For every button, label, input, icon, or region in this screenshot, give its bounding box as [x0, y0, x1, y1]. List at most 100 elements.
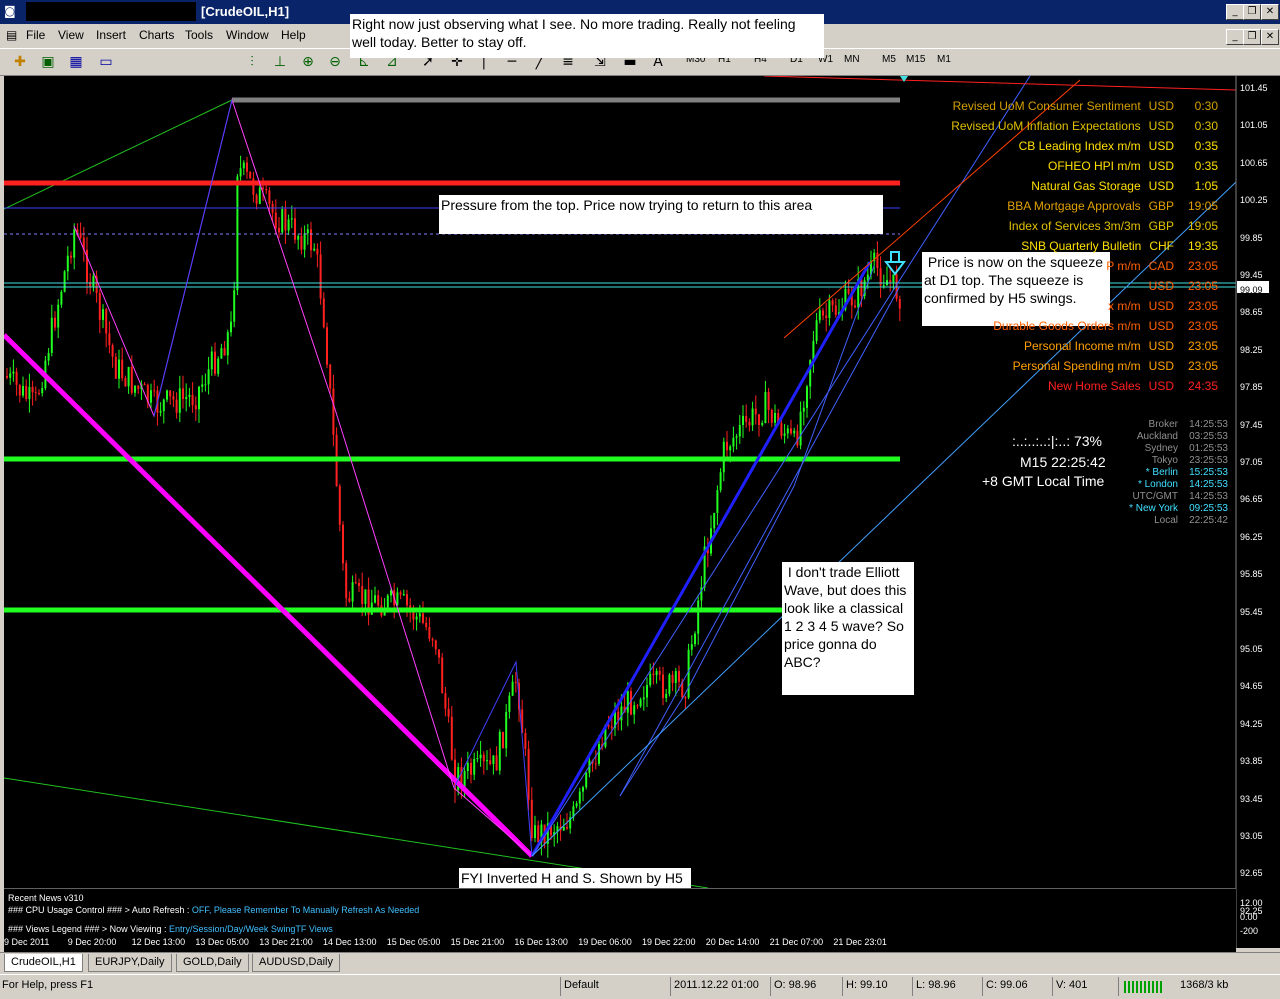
bar-chart-icon[interactable]: ⫶: [242, 52, 262, 72]
clock-time: 01:25:53: [1189, 443, 1228, 454]
tab-audusd-daily[interactable]: AUDUSD,Daily: [252, 954, 340, 972]
status-bar: For Help, press F1 Default 2011.12.22 01…: [0, 974, 1280, 999]
market-watch-icon[interactable]: ▦: [66, 52, 86, 72]
redacted-title-area: [26, 2, 196, 21]
note-pressure[interactable]: Pressure from the top. Price now trying …: [439, 195, 883, 234]
candle-body: [674, 671, 677, 683]
indicator-tick-label: -200: [1240, 926, 1259, 936]
candle-body: [348, 598, 351, 602]
note-top[interactable]: Right now just observing what I see. No …: [350, 14, 824, 58]
candle-body: [678, 671, 680, 682]
profile-name[interactable]: Default: [564, 979, 599, 991]
candle-body: [582, 787, 584, 792]
candle-body: [790, 428, 792, 434]
calendar-time: 0:35: [1194, 139, 1218, 153]
candle-body: [854, 305, 856, 308]
tab-eurjpy-daily[interactable]: EURJPY,Daily: [88, 954, 172, 972]
menu-insert[interactable]: Insert: [96, 28, 126, 42]
menu-view[interactable]: View: [58, 28, 84, 42]
calendar-event: SNB Quarterly Bulletin: [1021, 239, 1142, 253]
candle-body: [620, 706, 623, 721]
time-tick-label: 16 Dec 13:00: [514, 937, 568, 947]
app-icon: ◙: [4, 4, 16, 18]
calendar-currency: USD: [1148, 179, 1174, 193]
candle-body: [742, 415, 744, 425]
candle-body: [406, 594, 408, 606]
candle-body: [114, 356, 117, 379]
close-button[interactable]: ✕: [1261, 4, 1279, 20]
time-tick-label: 21 Dec 07:00: [769, 937, 824, 947]
candle-body: [9, 373, 12, 378]
candle-body: [386, 595, 389, 609]
candle-body: [399, 592, 402, 595]
candle-body: [431, 638, 434, 641]
price-tick-label: 100.25: [1240, 195, 1268, 206]
menu-window[interactable]: Window: [226, 28, 269, 42]
navigator-icon[interactable]: ▭: [96, 52, 116, 72]
child-restore-button[interactable]: ❐: [1243, 29, 1261, 45]
red-top-line: [763, 76, 1237, 91]
candle-body: [178, 388, 181, 413]
views-legend-label: ### Views Legend ### > Now Viewing :: [8, 924, 167, 934]
candles-icon[interactable]: ⊥: [270, 52, 290, 72]
candle-body: [313, 248, 316, 251]
calendar-event: Revised UoM Consumer Sentiment: [952, 99, 1141, 113]
menu-file[interactable]: File: [26, 28, 45, 42]
zoom-in-icon[interactable]: ⊕: [298, 52, 318, 72]
minimize-button[interactable]: _: [1226, 4, 1244, 20]
candle-body: [98, 293, 101, 320]
auto-refresh-status[interactable]: OFF, Please Remember To Manually Refresh…: [192, 905, 419, 915]
magenta-neckline: [4, 333, 534, 858]
price-tick-label: 99.85: [1240, 232, 1263, 243]
candle-body: [169, 390, 172, 397]
candle-body: [514, 681, 517, 683]
tf-m1-button[interactable]: M1: [937, 54, 951, 65]
cpu-control-label: ### CPU Usage Control ### > Auto Refresh…: [8, 905, 190, 915]
candle-body: [63, 271, 66, 292]
candle-body: [828, 300, 831, 319]
note-squeeze[interactable]: Price is now on the squeeze at D1 top. T…: [922, 252, 1110, 326]
candle-body: [774, 413, 776, 423]
maximize-button[interactable]: ❐: [1243, 4, 1261, 20]
child-close-button[interactable]: ✕: [1261, 29, 1279, 45]
zoom-out-icon[interactable]: ⊖: [325, 52, 345, 72]
shift-marker-icon: [900, 76, 908, 82]
profiles-icon[interactable]: ▣: [38, 52, 58, 72]
bar-close: C: 99.06: [986, 979, 1028, 991]
clock-time: 14:25:53: [1189, 419, 1228, 430]
price-tick-label: 93.45: [1240, 793, 1263, 804]
calendar-row: Durable Goods Orders m/m USD 23:05: [993, 319, 1218, 333]
bar-high: H: 99.10: [846, 979, 888, 991]
tf-mn-button[interactable]: MN: [844, 54, 860, 65]
tf-m5-button[interactable]: M5: [882, 54, 896, 65]
candle-body: [652, 673, 655, 676]
candle-body: [153, 390, 156, 392]
candle-body: [182, 388, 184, 399]
tab-gold-daily[interactable]: GOLD,Daily: [176, 954, 249, 972]
menu-help[interactable]: Help: [281, 28, 306, 42]
time-tick-label: 20 Dec 14:00: [705, 937, 760, 947]
candle-body: [735, 436, 738, 438]
candle-body: [825, 315, 828, 319]
candle-body: [732, 437, 735, 447]
candle-body: [41, 388, 44, 394]
candle-body: [70, 255, 72, 258]
menu-tools[interactable]: Tools: [185, 28, 213, 42]
candle-body: [889, 280, 892, 283]
note-elliott[interactable]: I don't trade Elliott Wave, but does thi…: [782, 562, 914, 695]
child-minimize-button[interactable]: _: [1226, 29, 1244, 45]
gmt-local-time: +8 GMT Local Time: [982, 473, 1105, 489]
now-viewing-value[interactable]: Entry/Session/Day/Week SwingTF Views: [169, 924, 333, 934]
calendar-event: x m/m: [1107, 299, 1141, 313]
connection-icon[interactable]: [1124, 981, 1164, 993]
help-hint: For Help, press F1: [2, 979, 94, 991]
candle-body: [834, 305, 837, 316]
time-tick-label: 19 Dec 22:00: [642, 937, 696, 947]
new-chart-icon[interactable]: ✚: [10, 52, 30, 72]
candle-body: [876, 252, 879, 269]
menu-charts[interactable]: Charts: [139, 28, 174, 42]
tf-m15-button[interactable]: M15: [906, 54, 925, 65]
tab-crudeoil-h1[interactable]: CrudeOIL,H1: [4, 954, 83, 972]
bar-volume: V: 401: [1056, 979, 1088, 991]
price-tick-label: 99.45: [1240, 270, 1263, 280]
